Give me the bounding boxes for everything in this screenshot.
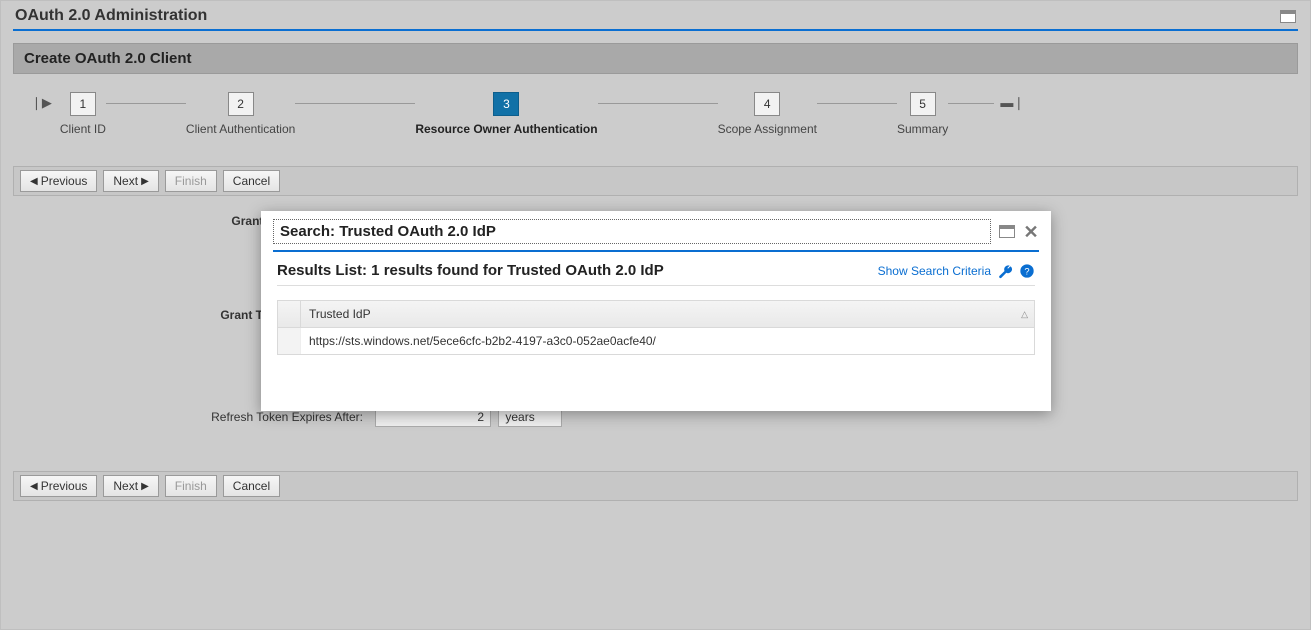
wrench-icon[interactable]	[997, 263, 1013, 279]
dialog-separator	[273, 250, 1039, 252]
previous-button[interactable]: ◀Previous	[20, 170, 97, 192]
roadmap-connector	[598, 103, 718, 104]
help-icon[interactable]: ?	[1019, 263, 1035, 279]
button-label: Cancel	[233, 479, 270, 493]
label-refresh-expires: Refresh Token Expires After:	[33, 410, 375, 424]
step-number: 5	[910, 92, 936, 116]
row-value: https://sts.windows.net/5ece6cfc-b2b2-41…	[301, 328, 1034, 354]
dialog-window-icon[interactable]	[999, 225, 1015, 238]
roadmap-connector	[106, 103, 186, 104]
chevron-left-icon: ◀	[30, 176, 38, 187]
roadmap-connector	[295, 103, 415, 104]
svg-text:?: ?	[1024, 266, 1029, 276]
step-label: Summary	[897, 122, 948, 136]
show-search-criteria-link[interactable]: Show Search Criteria	[878, 264, 991, 278]
roadmap-start-icon: ❘▶	[31, 92, 52, 111]
button-label: Previous	[41, 174, 88, 188]
step-number: 1	[70, 92, 96, 116]
button-label: Finish	[175, 174, 207, 188]
dialog-title: Search: Trusted OAuth 2.0 IdP	[273, 219, 991, 244]
results-header-row: Trusted IdP △	[278, 301, 1034, 328]
dialog-header: Search: Trusted OAuth 2.0 IdP ✕	[273, 219, 1039, 244]
wizard-title: Create OAuth 2.0 Client	[13, 43, 1298, 74]
step-client-id[interactable]: 1 Client ID	[60, 92, 106, 136]
selector-column-header	[278, 301, 301, 327]
step-number: 3	[493, 92, 519, 116]
next-button[interactable]: Next▶	[103, 475, 158, 497]
sort-indicator-icon: △	[1021, 309, 1026, 320]
step-number: 4	[754, 92, 780, 116]
step-client-auth[interactable]: 2 Client Authentication	[186, 92, 295, 136]
cancel-button[interactable]: Cancel	[223, 475, 280, 497]
step-summary[interactable]: 5 Summary	[897, 92, 948, 136]
results-table: Trusted IdP △ https://sts.windows.net/5e…	[277, 300, 1035, 355]
column-header-label: Trusted IdP	[309, 307, 371, 321]
wizard-roadmap: ❘▶ 1 Client ID 2 Client Authentication 3…	[13, 74, 1298, 166]
step-label: Resource Owner Authentication	[415, 122, 597, 136]
step-label: Client ID	[60, 122, 106, 136]
button-label: Next	[113, 174, 138, 188]
step-number: 2	[228, 92, 254, 116]
results-title: Results List: 1 results found for Truste…	[277, 262, 664, 279]
roadmap-connector	[948, 103, 994, 104]
button-label: Previous	[41, 479, 88, 493]
close-icon[interactable]: ✕	[1023, 224, 1039, 240]
chevron-right-icon: ▶	[141, 176, 149, 187]
finish-button: Finish	[165, 170, 217, 192]
roadmap-connector	[817, 103, 897, 104]
dialog-sub-separator	[277, 285, 1035, 286]
step-label: Scope Assignment	[718, 122, 817, 136]
previous-button[interactable]: ◀Previous	[20, 475, 97, 497]
page-title-row: OAuth 2.0 Administration	[1, 1, 1310, 29]
results-row[interactable]: https://sts.windows.net/5ece6cfc-b2b2-41…	[278, 328, 1034, 354]
step-scope-assignment[interactable]: 4 Scope Assignment	[718, 92, 817, 136]
button-label: Next	[113, 479, 138, 493]
next-button[interactable]: Next▶	[103, 170, 158, 192]
button-bar-bottom: ◀Previous Next▶ Finish Cancel	[13, 471, 1298, 501]
step-resource-owner-auth[interactable]: 3 Resource Owner Authentication	[415, 92, 597, 136]
column-header-trusted-idp[interactable]: Trusted IdP △	[301, 301, 1034, 327]
button-bar-top: ◀Previous Next▶ Finish Cancel	[13, 166, 1298, 196]
button-label: Finish	[175, 479, 207, 493]
roadmap-end-icon: ▬❘	[1000, 92, 1024, 111]
step-label: Client Authentication	[186, 122, 295, 136]
window-icon[interactable]	[1280, 10, 1296, 23]
cancel-button[interactable]: Cancel	[223, 170, 280, 192]
search-dialog: Search: Trusted OAuth 2.0 IdP ✕ Results …	[261, 211, 1051, 411]
chevron-left-icon: ◀	[30, 481, 38, 492]
page-title: OAuth 2.0 Administration	[15, 7, 207, 25]
finish-button: Finish	[165, 475, 217, 497]
chevron-right-icon: ▶	[141, 481, 149, 492]
dialog-subheader: Results List: 1 results found for Truste…	[277, 262, 1035, 279]
button-label: Cancel	[233, 174, 270, 188]
row-selector[interactable]	[278, 328, 301, 354]
